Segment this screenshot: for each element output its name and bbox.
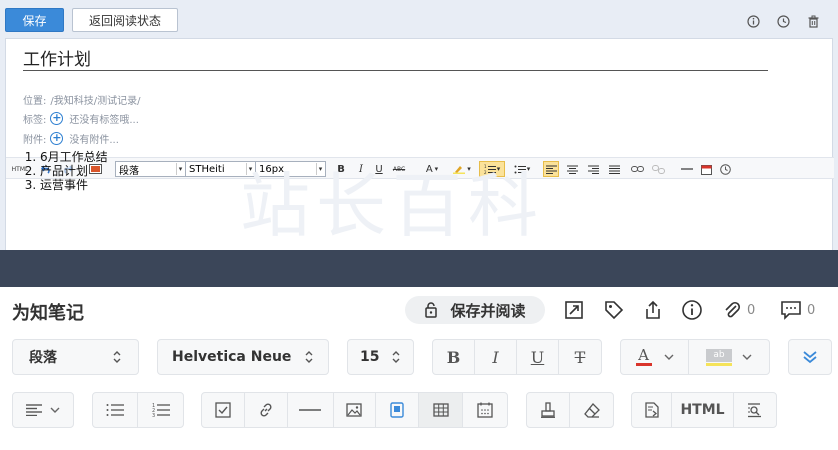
bullet-list-icon: [106, 404, 124, 416]
image-icon: [346, 403, 363, 417]
history-icon[interactable]: [776, 14, 790, 28]
location-value[interactable]: /我知科技/测试记录/: [50, 92, 140, 107]
attachments-row: 附件: + 没有附件...: [23, 131, 119, 146]
add-tag-icon[interactable]: +: [50, 111, 64, 125]
text-style-group: B I U T: [432, 339, 602, 375]
strikethrough-button[interactable]: T: [559, 340, 601, 374]
italic-button[interactable]: I: [475, 340, 517, 374]
list-item[interactable]: 产品计划: [40, 164, 828, 178]
chevron-down-icon: [664, 354, 673, 360]
attachment-count: 0: [747, 303, 756, 318]
list-item[interactable]: 运营事件: [40, 178, 828, 192]
back-to-read-button[interactable]: 返回阅读状态: [72, 8, 178, 32]
share-icon[interactable]: [642, 299, 664, 321]
font-dropdown-value: Helvetica Neue: [172, 349, 292, 365]
tags-label: 标签:: [23, 114, 47, 126]
bullet-list-button[interactable]: [93, 393, 139, 427]
attachment-icon[interactable]: [721, 299, 743, 321]
link-icon: [260, 403, 272, 417]
find-icon: [748, 403, 761, 418]
tag-icon[interactable]: [603, 299, 625, 321]
attach-label: 附件:: [23, 134, 47, 146]
expand-icon[interactable]: [563, 299, 585, 321]
section-divider: [0, 250, 838, 287]
ordered-list: 6月工作总结 产品计划 运营事件: [40, 150, 828, 192]
insert-group: [201, 392, 508, 428]
comment-icon[interactable]: [780, 299, 802, 321]
table-icon: [433, 403, 449, 417]
list-group: 123: [92, 392, 184, 428]
comment-count: 0: [807, 303, 816, 318]
image-button[interactable]: [334, 393, 377, 427]
location-row: 位置: /我知科技/测试记录/: [23, 92, 140, 107]
align-left-icon: [26, 404, 42, 416]
code-block-button[interactable]: [376, 393, 420, 427]
format-painter-icon: [541, 402, 555, 418]
checkbox-icon: [215, 402, 231, 418]
paragraph-dropdown-value: 段落: [29, 350, 57, 366]
horizontal-rule-button[interactable]: [288, 393, 334, 427]
chevron-updown-icon: [112, 350, 122, 364]
chevron-down-icon: [50, 407, 60, 413]
save-and-read-button[interactable]: 保存并阅读: [405, 296, 545, 324]
note-title[interactable]: 工作计划: [23, 51, 768, 71]
chevron-updown-icon: [304, 350, 314, 364]
document-code-icon: [644, 402, 659, 418]
font-color-button[interactable]: A: [621, 340, 689, 374]
chevron-updown-icon: [391, 350, 401, 364]
numbered-list-icon: 123: [152, 403, 170, 418]
tags-row: 标签: + 还没有标签哦...: [23, 111, 139, 126]
save-and-read-label: 保存并阅读: [450, 301, 526, 320]
bold-button[interactable]: B: [433, 340, 475, 374]
double-chevron-down-icon: [803, 351, 817, 364]
list-item[interactable]: 6月工作总结: [40, 150, 828, 164]
size-dropdown-value: 15: [360, 349, 380, 365]
old-editor: 保存 返回阅读状态 工作计划 位置: /我知科技/测试记录/ 标签: + 还没有…: [0, 0, 838, 250]
link-button[interactable]: [245, 393, 288, 427]
source-group: HTML: [631, 392, 777, 428]
color-group: A ab: [620, 339, 770, 375]
svg-text:3: 3: [152, 413, 155, 418]
html-source-button[interactable]: HTML: [672, 393, 734, 427]
checkbox-button[interactable]: [202, 393, 245, 427]
size-dropdown[interactable]: 15: [347, 339, 414, 375]
table-button[interactable]: [419, 393, 464, 427]
underline-button[interactable]: U: [517, 340, 559, 374]
note-content[interactable]: 6月工作总结 产品计划 运营事件: [0, 150, 828, 192]
numbered-list-button[interactable]: 123: [138, 393, 183, 427]
highlight-swatch: [706, 362, 732, 366]
highlight-button[interactable]: ab: [689, 340, 769, 374]
attach-value[interactable]: 没有附件...: [69, 131, 119, 146]
info-icon[interactable]: [681, 299, 703, 321]
add-attachment-icon[interactable]: +: [50, 131, 64, 145]
app-title: 为知笔记: [12, 303, 84, 324]
trash-icon[interactable]: [806, 14, 820, 28]
location-label: 位置:: [23, 95, 47, 107]
top-toolbar: 保存 返回阅读状态: [0, 0, 838, 38]
new-editor: 为知笔记 保存并阅读 0 0 段落 Helvetica Neue 15 B I …: [0, 287, 838, 450]
format-tools-group: [526, 392, 614, 428]
code-block-icon: [390, 402, 405, 418]
lock-open-icon: [424, 302, 440, 318]
paragraph-dropdown[interactable]: 段落: [12, 339, 139, 375]
find-replace-button[interactable]: [734, 393, 776, 427]
highlight-label: ab: [706, 348, 732, 362]
align-dropdown[interactable]: [12, 392, 74, 428]
horizontal-rule-icon: [299, 409, 322, 411]
eraser-icon: [583, 403, 600, 418]
collapse-toolbar-button[interactable]: [788, 339, 832, 375]
clear-format-button[interactable]: [570, 393, 613, 427]
font-color-label: A: [638, 346, 649, 364]
info-icon[interactable]: [746, 14, 760, 28]
chevron-down-icon: [742, 354, 752, 360]
save-button[interactable]: 保存: [5, 8, 64, 32]
format-painter-button[interactable]: [527, 393, 571, 427]
font-color-swatch: [635, 363, 652, 366]
font-dropdown[interactable]: Helvetica Neue: [157, 339, 329, 375]
calendar-icon: [477, 402, 493, 418]
date-button[interactable]: [463, 393, 507, 427]
tags-value[interactable]: 还没有标签哦...: [69, 111, 139, 126]
markdown-button[interactable]: [632, 393, 672, 427]
